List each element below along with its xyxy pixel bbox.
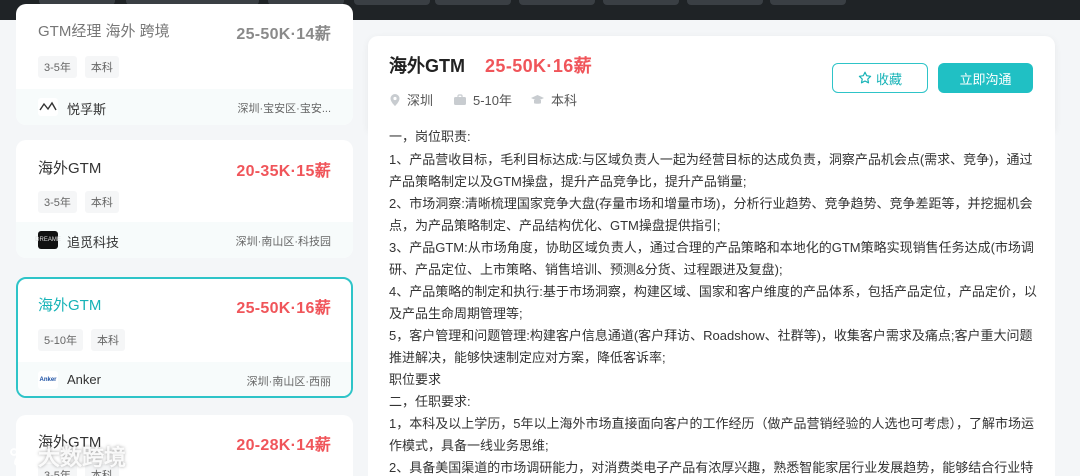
company-logo — [38, 98, 58, 116]
watermark: 大数跨境 — [8, 440, 126, 472]
description-line: 2、市场洞察:清晰梳理国家竞争大盘(存量市场和增量市场)，分析行业趋势、竞争趋势… — [389, 196, 1033, 211]
description-line: 1、产品营收目标，毛利目标达成:与区域负责人一起为经营目标的达成负责，洞察产品机… — [389, 152, 1033, 167]
job-card[interactable]: 海外GTM 20-35K·15薪 3-5年 本科 DREAME 追觅科技 深圳·… — [16, 140, 353, 258]
meta-city: 深圳 — [389, 90, 433, 109]
job-salary: 20-28K·14薪 — [236, 437, 331, 454]
company-bar: DREAME 追觅科技 深圳·南山区·科技园 — [16, 222, 353, 258]
company-bar: 悦孚斯 深圳·宝安区·宝安... — [16, 89, 353, 125]
description-line: 产品策略制定以及GTM操盘，提升产品竞争比，提升产品销量; — [389, 174, 747, 189]
detail-salary: 25-50K·16薪 — [485, 56, 593, 76]
degree-tag: 本科 — [84, 191, 119, 213]
nav-tab[interactable] — [687, 0, 763, 5]
section-heading: 职位要求 — [389, 372, 442, 387]
nav-tab[interactable] — [603, 0, 679, 5]
job-location: 深圳·南山区·科技园 — [235, 236, 331, 248]
degree-label: 本科 — [551, 93, 578, 108]
city-label: 深圳 — [407, 93, 434, 108]
description-line: 及产品生命周期管理等; — [389, 306, 523, 321]
star-icon — [858, 71, 872, 84]
company-logo: Anker — [38, 371, 58, 389]
location-pin-icon — [390, 93, 400, 106]
company-logo: DREAME — [35, 231, 61, 249]
job-detail-header: 海外GTM 25-50K·16薪 深圳 5-10年 本科 收藏 立即沟通 — [368, 36, 1055, 130]
graduation-cap-icon — [531, 94, 544, 104]
meta-degree: 本科 — [530, 90, 577, 109]
collect-label: 收藏 — [875, 71, 902, 87]
company-bar: Anker Anker 深圳·南山区·西丽 — [18, 362, 351, 396]
experience-tag: 3-5年 — [38, 191, 77, 213]
briefcase-icon — [454, 93, 466, 105]
nav-tab[interactable] — [770, 0, 846, 5]
job-salary: 25-50K·14薪 — [236, 26, 331, 43]
description-line: 作模式，具备一线业务思维; — [389, 438, 549, 453]
job-salary: 25-50K·16薪 — [236, 300, 331, 317]
experience-tag: 3-5年 — [38, 56, 77, 78]
description-line: 点，为产品策略制定、产品结构优化、GTM操盘提供指引; — [389, 218, 721, 233]
description-line: 5，客户管理和问题管理:构建客户信息通道(客户拜访、Roadshow、社群等)，… — [389, 328, 1033, 343]
job-title: GTM经理 海外 跨境 — [38, 23, 170, 40]
experience-tag: 5-10年 — [38, 329, 84, 351]
description-line: 二，任职要求: — [389, 394, 471, 409]
company-name: 追觅科技 — [67, 235, 120, 250]
job-location: 深圳·南山区·西丽 — [246, 376, 331, 388]
job-card-active[interactable]: 海外GTM 25-50K·16薪 5-10年 本科 Anker Anker 深圳… — [16, 277, 353, 398]
meta-experience: 5-10年 — [453, 90, 512, 109]
description-line: 4、产品策略的制定和执行:基于市场洞察，构建区域、国家和客户维度的产品体系，包括… — [389, 284, 1037, 299]
detail-title: 海外GTM — [389, 56, 465, 76]
job-title: 海外GTM — [38, 160, 102, 177]
job-title: 海外GTM — [38, 297, 102, 314]
watermark-text: 大数跨境 — [38, 445, 127, 470]
job-location: 深圳·宝安区·宝安... — [237, 103, 332, 115]
company-name: 悦孚斯 — [67, 102, 107, 117]
description-line: 3、产品GTM:从市场角度，协助区域负责人，通过合理的产品策略和本地化的GTM策… — [389, 240, 1034, 255]
description-line: 研、产品定位、上市策略、销售培训、预测&分货、过程跟进及复盘); — [389, 262, 783, 277]
company-name: Anker — [67, 372, 101, 387]
degree-tag: 本科 — [84, 56, 119, 78]
description-line: 1，本科及以上学历，5年以上海外市场直接面向客户的工作经历（做产品营销经验的人选… — [389, 416, 1034, 431]
description-line: 推进解决，能够快速制定应对方案，降低客诉率; — [389, 350, 666, 365]
nav-tab[interactable] — [519, 0, 595, 5]
experience-label: 5-10年 — [473, 93, 513, 108]
job-description: 一，岗位职责: 1、产品营收目标，毛利目标达成:与区域负责人一起为经营目标的达成… — [368, 130, 1055, 476]
description-line: 2、具备美国渠道的市场调研能力，对消费类电子产品有浓厚兴趣，熟悉智能家居行业发展… — [389, 460, 1034, 475]
description-line: 一，岗位职责: — [389, 130, 471, 144]
paw-icon — [10, 445, 32, 466]
contact-now-button[interactable]: 立即沟通 — [938, 63, 1033, 93]
degree-tag: 本科 — [91, 329, 126, 351]
job-salary: 20-35K·15薪 — [236, 163, 331, 180]
nav-tab[interactable] — [354, 0, 430, 5]
job-card[interactable]: GTM经理 海外 跨境 25-50K·14薪 3-5年 本科 悦孚斯 深圳·宝安… — [16, 4, 353, 125]
nav-tab[interactable] — [435, 0, 511, 5]
collect-button[interactable]: 收藏 — [832, 63, 928, 93]
